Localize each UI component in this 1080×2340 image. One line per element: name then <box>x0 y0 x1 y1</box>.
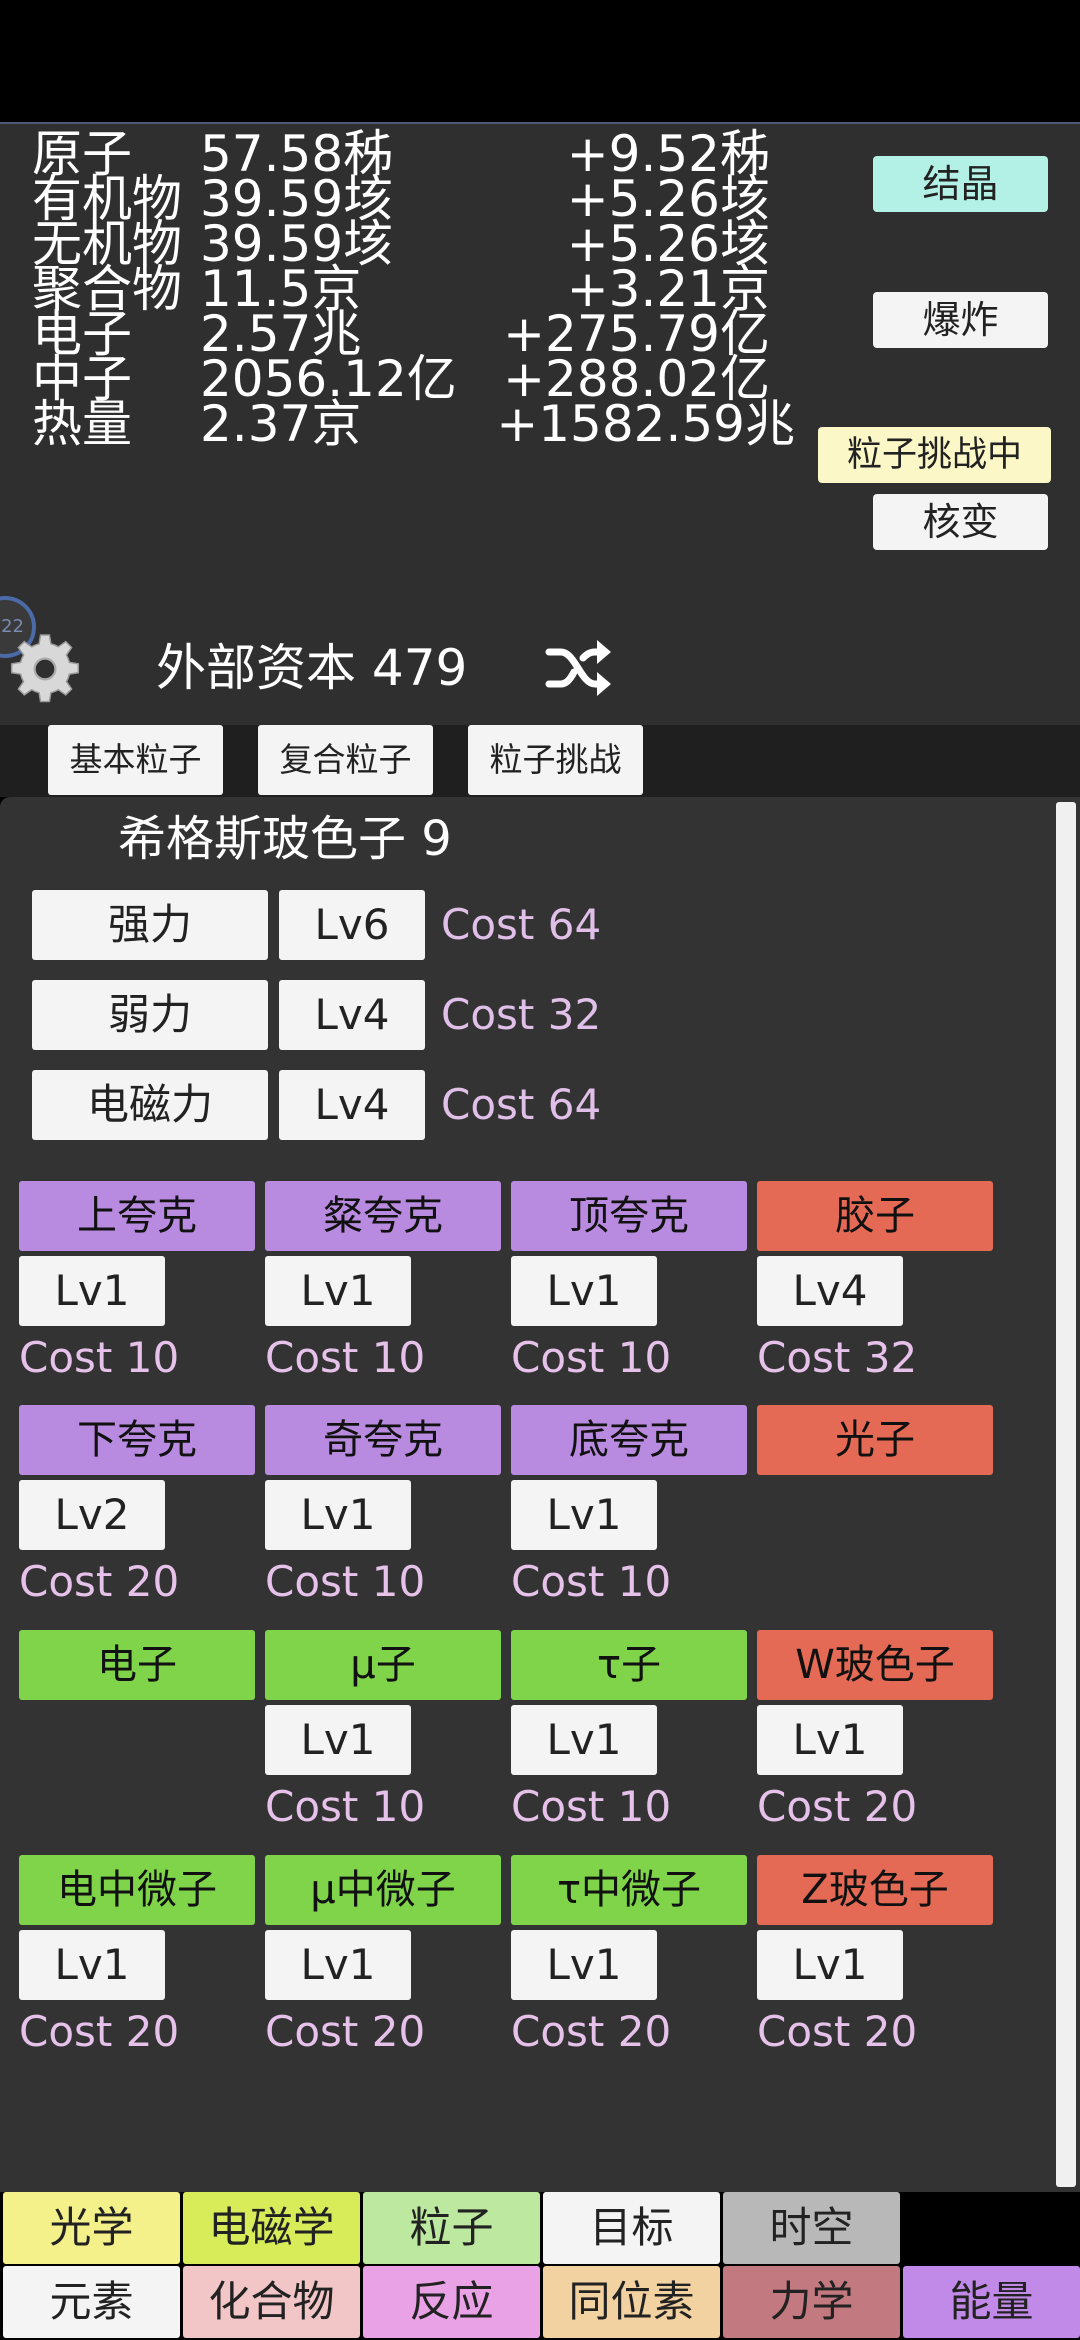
scrollbar[interactable] <box>1056 802 1076 2187</box>
particle-button[interactable]: μ子 <box>265 1630 501 1700</box>
force-strong-cost: Cost 64 <box>441 900 602 949</box>
particle-cost: Cost 20 <box>265 2007 426 2056</box>
nav-button[interactable]: 时空 <box>723 2192 900 2264</box>
nav-button[interactable]: 反应 <box>363 2266 540 2338</box>
force-weak-button[interactable]: 弱力 <box>32 980 268 1050</box>
particle-level-button[interactable]: Lv1 <box>19 1256 165 1326</box>
particle-button[interactable]: τ子 <box>511 1630 747 1700</box>
fission-button[interactable]: 核变 <box>873 494 1048 550</box>
particle-level-button[interactable]: Lv1 <box>757 1930 903 2000</box>
particle-level-button[interactable]: Lv4 <box>757 1256 903 1326</box>
nav-button[interactable]: 力学 <box>723 2266 900 2338</box>
particle-level-button[interactable]: Lv2 <box>19 1480 165 1550</box>
particle-button[interactable]: 粲夸克 <box>265 1181 501 1251</box>
particle-cost: Cost 10 <box>511 1333 672 1382</box>
particle-content-panel[interactable]: 希格斯玻色子 9 强力 Lv6 Cost 64 弱力 Lv4 Cost 32 电… <box>0 797 1080 2192</box>
nav-button[interactable]: 能量 <box>903 2266 1080 2338</box>
particle-button[interactable]: 电子 <box>19 1630 255 1700</box>
particle-level-button[interactable]: Lv1 <box>19 1930 165 2000</box>
force-weak-cost: Cost 32 <box>441 990 602 1039</box>
force-strong-button[interactable]: 强力 <box>32 890 268 960</box>
resource-value-heat: 2.37京 <box>200 395 362 453</box>
crystal-button[interactable]: 结晶 <box>873 156 1048 212</box>
particle-cost: Cost 20 <box>19 1557 180 1606</box>
force-weak-level[interactable]: Lv4 <box>279 980 425 1050</box>
particle-level-button[interactable]: Lv1 <box>511 1480 657 1550</box>
particle-cost: Cost 20 <box>19 2007 180 2056</box>
particle-button[interactable]: 奇夸克 <box>265 1405 501 1475</box>
nav-button[interactable]: 目标 <box>543 2192 720 2264</box>
particle-button[interactable]: 上夸克 <box>19 1181 255 1251</box>
particle-cost: Cost 10 <box>265 1782 426 1831</box>
gear-icon[interactable] <box>8 632 82 706</box>
particle-button[interactable]: μ中微子 <box>265 1855 501 1925</box>
particle-button[interactable]: 下夸克 <box>19 1405 255 1475</box>
nav-button[interactable]: 电磁学 <box>183 2192 360 2264</box>
particle-button[interactable]: Z玻色子 <box>757 1855 993 1925</box>
tab-bar: 基本粒子 复合粒子 粒子挑战 <box>0 725 1080 797</box>
particle-level-button[interactable]: Lv1 <box>511 1930 657 2000</box>
resource-panel: 22 原子 57.58秭 +9.52秭 有机物 39.59垓 +5.26垓 无机… <box>0 122 1080 725</box>
particle-level-button[interactable]: Lv1 <box>511 1256 657 1326</box>
particle-level-button[interactable]: Lv1 <box>265 1930 411 2000</box>
particle-cost: Cost 20 <box>511 2007 672 2056</box>
particle-level-button[interactable]: Lv1 <box>511 1705 657 1775</box>
particle-button[interactable]: τ中微子 <box>511 1855 747 1925</box>
particle-button[interactable]: 底夸克 <box>511 1405 747 1475</box>
explode-button[interactable]: 爆炸 <box>873 292 1048 348</box>
particle-cost: Cost 10 <box>265 1557 426 1606</box>
particle-button[interactable]: 电中微子 <box>19 1855 255 1925</box>
force-em-cost: Cost 64 <box>441 1080 602 1129</box>
force-em-button[interactable]: 电磁力 <box>32 1070 268 1140</box>
nav-button[interactable]: 粒子 <box>363 2192 540 2264</box>
challenge-active-button[interactable]: 粒子挑战中 <box>818 427 1051 483</box>
particle-button[interactable]: 胶子 <box>757 1181 993 1251</box>
particle-button[interactable]: 光子 <box>757 1405 993 1475</box>
particle-cost: Cost 10 <box>511 1557 672 1606</box>
tab-particle-challenge[interactable]: 粒子挑战 <box>468 725 643 795</box>
higgs-boson-count: 希格斯玻色子 9 <box>118 811 452 867</box>
shuffle-icon[interactable] <box>545 636 613 700</box>
particle-cost: Cost 20 <box>757 2007 918 2056</box>
force-strong-level[interactable]: Lv6 <box>279 890 425 960</box>
tab-composite-particles[interactable]: 复合粒子 <box>258 725 433 795</box>
particle-cost: Cost 10 <box>19 1333 180 1382</box>
nav-button[interactable]: 光学 <box>3 2192 180 2264</box>
external-capital-label: 外部资本 479 <box>156 639 468 697</box>
particle-cost: Cost 20 <box>757 1782 918 1831</box>
particle-button[interactable]: W玻色子 <box>757 1630 993 1700</box>
particle-button[interactable]: 顶夸克 <box>511 1181 747 1251</box>
nav-button[interactable]: 同位素 <box>543 2266 720 2338</box>
nav-button[interactable]: 元素 <box>3 2266 180 2338</box>
resource-rate-heat: +1582.59兆 <box>496 395 795 453</box>
tab-basic-particles[interactable]: 基本粒子 <box>48 725 223 795</box>
particle-level-button[interactable]: Lv1 <box>757 1705 903 1775</box>
particle-cost: Cost 10 <box>511 1782 672 1831</box>
particle-cost: Cost 32 <box>757 1333 918 1382</box>
particle-level-button[interactable]: Lv1 <box>265 1256 411 1326</box>
force-em-level[interactable]: Lv4 <box>279 1070 425 1140</box>
particle-level-button[interactable]: Lv1 <box>265 1705 411 1775</box>
resource-name-heat: 热量 <box>32 395 132 453</box>
particle-cost: Cost 10 <box>265 1333 426 1382</box>
particle-level-button[interactable]: Lv1 <box>265 1480 411 1550</box>
app-screen: 22 原子 57.58秭 +9.52秭 有机物 39.59垓 +5.26垓 无机… <box>0 0 1080 2340</box>
nav-button[interactable]: 化合物 <box>183 2266 360 2338</box>
